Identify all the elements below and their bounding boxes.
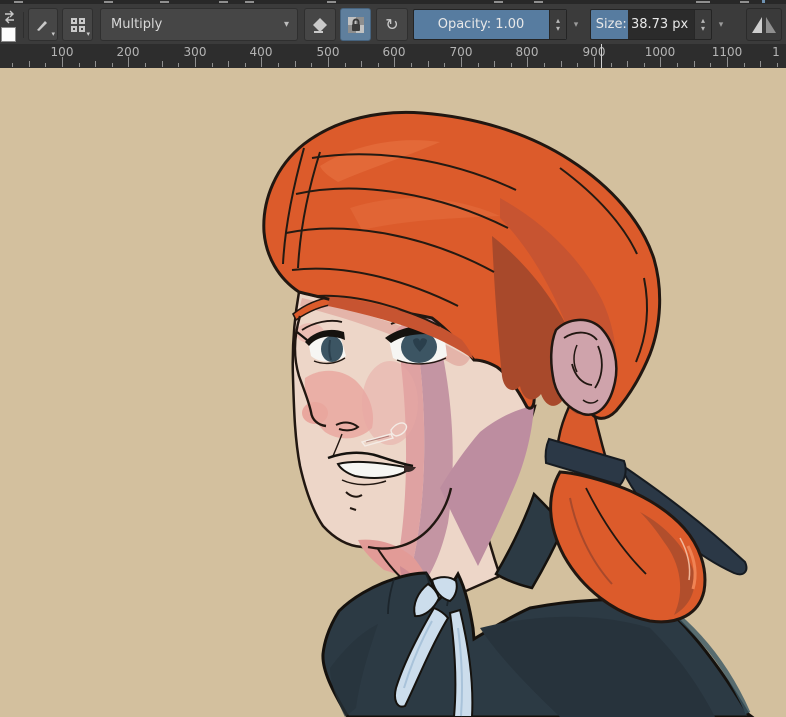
brush-preset-button[interactable]: ▾ bbox=[28, 8, 58, 41]
size-options-caret[interactable]: ▾ bbox=[714, 18, 728, 32]
blending-mode-value: Multiply bbox=[111, 17, 163, 32]
size-spinner[interactable]: ▴ ▾ bbox=[694, 10, 711, 39]
toolbar-separator bbox=[23, 12, 24, 38]
spinner-down-icon[interactable]: ▾ bbox=[556, 24, 560, 33]
mirror-horizontal-button[interactable] bbox=[746, 8, 782, 41]
background-color-swatch[interactable] bbox=[1, 27, 16, 42]
opacity-spinner[interactable]: ▴ ▾ bbox=[549, 10, 566, 39]
dropdown-caret-icon: ▾ bbox=[86, 30, 90, 38]
dropdown-caret-icon: ▾ bbox=[51, 30, 55, 38]
ruler-cursor-indicator bbox=[601, 44, 602, 68]
blending-mode-dropdown[interactable]: Multiply ▾ bbox=[100, 8, 298, 41]
horizontal-ruler: 100 200 300 400 500 600 700 800 900 1000 1100 1 bbox=[0, 44, 786, 68]
mirror-horizontal-icon bbox=[752, 16, 776, 33]
swap-colors-icon[interactable] bbox=[2, 9, 18, 25]
opacity-slider[interactable]: Opacity: 1.00 ▴ ▾ bbox=[413, 9, 567, 40]
brush-toolbar: ▾ ▾ Multiply ▾ ↻ Opacity: 1.00 ▴ ▾ ▾ Siz… bbox=[0, 4, 786, 44]
canvas-viewport[interactable] bbox=[0, 68, 786, 717]
size-value: Size: 38.73 px bbox=[595, 17, 689, 32]
preserve-alpha-button[interactable] bbox=[340, 8, 371, 41]
eraser-icon bbox=[313, 17, 327, 33]
portrait-artwork bbox=[0, 68, 786, 717]
reload-icon: ↻ bbox=[385, 14, 399, 34]
spinner-down-icon[interactable]: ▾ bbox=[701, 24, 705, 33]
reload-preset-button[interactable]: ↻ bbox=[376, 8, 408, 41]
patterns-button[interactable]: ▾ bbox=[62, 8, 93, 41]
patterns-icon bbox=[70, 17, 85, 32]
preserve-alpha-icon bbox=[347, 16, 364, 33]
eraser-mode-button[interactable] bbox=[304, 8, 336, 41]
dropdown-caret-icon: ▾ bbox=[283, 19, 289, 30]
brush-preset-icon bbox=[37, 20, 47, 31]
size-slider[interactable]: Size: 38.73 px ▴ ▾ bbox=[590, 9, 712, 40]
opacity-value: Opacity: 1.00 bbox=[437, 17, 525, 32]
opacity-options-caret[interactable]: ▾ bbox=[569, 18, 583, 32]
fg-bg-color-selector[interactable] bbox=[1, 7, 21, 45]
krita-window: ▾ ▾ Multiply ▾ ↻ Opacity: 1.00 ▴ ▾ ▾ Siz… bbox=[0, 0, 786, 717]
